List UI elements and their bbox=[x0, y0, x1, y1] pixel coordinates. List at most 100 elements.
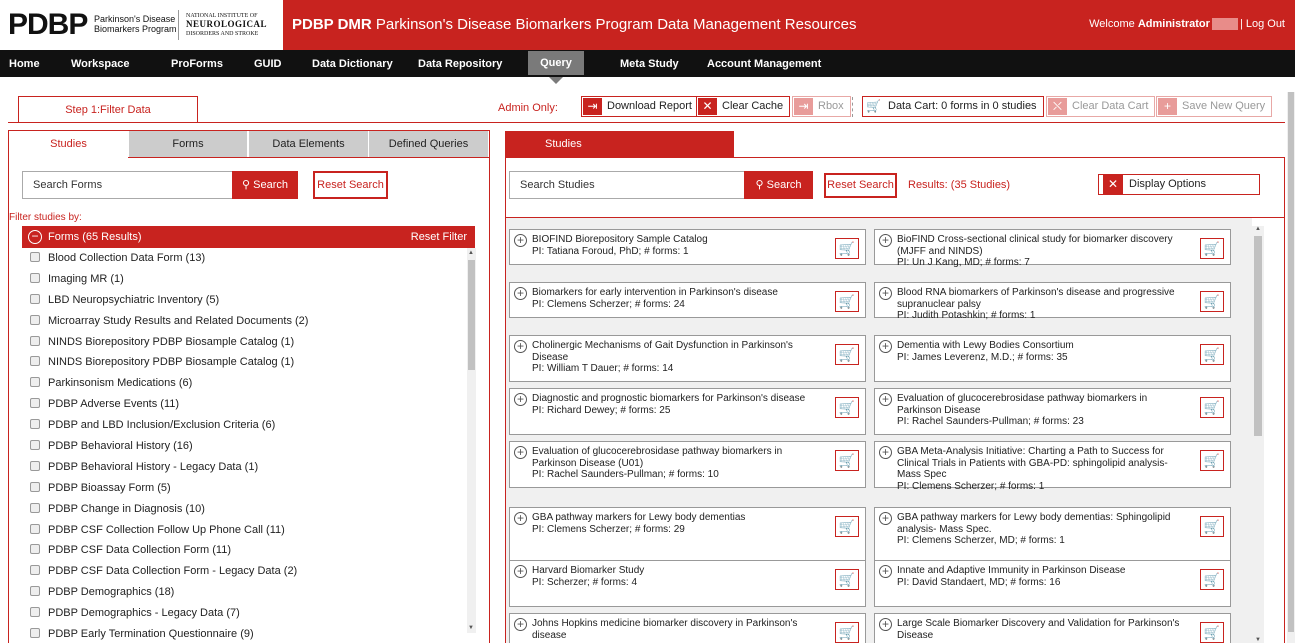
study-title[interactable]: Innate and Adaptive Immunity in Parkinso… bbox=[897, 565, 1194, 577]
nav-data-dictionary[interactable]: Data Dictionary bbox=[312, 58, 393, 70]
checkbox[interactable] bbox=[30, 252, 40, 262]
study-title[interactable]: BIOFIND Biorepository Sample Catalog bbox=[532, 234, 829, 246]
step-1-tab[interactable]: Step 1:Filter Data bbox=[18, 96, 198, 123]
nav-meta-study[interactable]: Meta Study bbox=[620, 58, 679, 70]
tab-data-elements[interactable]: Data Elements bbox=[249, 131, 369, 158]
add-to-cart-icon[interactable]: 🛒 bbox=[835, 569, 859, 590]
add-to-cart-icon[interactable]: 🛒 bbox=[1200, 622, 1224, 643]
form-filter-item[interactable]: PDBP CSF Data Collection Form (11) bbox=[22, 540, 466, 561]
expand-icon[interactable]: + bbox=[879, 565, 892, 578]
scroll-down-icon[interactable]: ▼ bbox=[1255, 637, 1261, 643]
logout-link[interactable]: | Log Out bbox=[1240, 18, 1285, 30]
study-card[interactable]: + Cholinergic Mechanisms of Gait Dysfunct… bbox=[509, 335, 866, 382]
expand-icon[interactable]: + bbox=[514, 234, 527, 247]
form-filter-item[interactable]: NINDS Biorepository PDBP Biosample Catal… bbox=[22, 352, 466, 373]
study-title[interactable]: GBA Meta-Analysis Initiative: Charting a… bbox=[897, 446, 1194, 481]
form-filter-item[interactable]: PDBP Demographics - Legacy Data (7) bbox=[22, 603, 466, 624]
studies-scrollbar[interactable]: ▲ ▼ bbox=[1252, 226, 1264, 643]
expand-icon[interactable]: + bbox=[879, 340, 892, 353]
study-title[interactable]: Cholinergic Mechanisms of Gait Dysfuncti… bbox=[532, 340, 829, 363]
study-card[interactable]: + Evaluation of glucocerebrosidase pathwa… bbox=[874, 388, 1231, 435]
reset-filter-link[interactable]: Reset Filter bbox=[411, 226, 467, 248]
checkbox[interactable] bbox=[30, 272, 40, 283]
form-filter-item[interactable]: NINDS Biorepository PDBP Biosample Catal… bbox=[22, 332, 466, 353]
add-to-cart-icon[interactable]: 🛒 bbox=[835, 291, 859, 312]
checkbox[interactable] bbox=[30, 565, 40, 576]
checkbox[interactable] bbox=[30, 419, 40, 430]
save-new-query-button[interactable]: + Save New Query bbox=[1156, 96, 1273, 117]
checkbox[interactable] bbox=[30, 460, 40, 471]
scroll-up-icon[interactable]: ▲ bbox=[1255, 226, 1261, 232]
forms-scrollbar[interactable]: ▲ ▼ bbox=[467, 248, 476, 633]
study-title[interactable]: Blood RNA biomarkers of Parkinson's dise… bbox=[897, 287, 1194, 310]
search-studies-input[interactable]: Search Studies bbox=[509, 171, 745, 199]
study-card[interactable]: + GBA pathway markers for Lewy body demen… bbox=[509, 507, 866, 565]
expand-icon[interactable]: + bbox=[514, 393, 527, 406]
add-to-cart-icon[interactable]: 🛒 bbox=[1200, 516, 1224, 537]
study-card[interactable]: + Dementia with Lewy Bodies Consortium PI:… bbox=[874, 335, 1231, 382]
add-to-cart-icon[interactable]: 🛒 bbox=[1200, 450, 1224, 471]
checkbox[interactable] bbox=[30, 356, 40, 367]
add-to-cart-icon[interactable]: 🛒 bbox=[1200, 344, 1224, 365]
form-filter-item[interactable]: PDBP Adverse Events (11) bbox=[22, 394, 466, 415]
form-filter-item[interactable]: PDBP CSF Collection Follow Up Phone Call… bbox=[22, 520, 466, 541]
logo[interactable]: PDBP Parkinson's Disease Biomarkers Prog… bbox=[0, 0, 283, 50]
add-to-cart-icon[interactable]: 🛒 bbox=[1200, 291, 1224, 312]
form-filter-item[interactable]: PDBP Change in Diagnosis (10) bbox=[22, 499, 466, 520]
study-card[interactable]: + Biomarkers for early intervention in Pa… bbox=[509, 282, 866, 318]
expand-icon[interactable]: + bbox=[879, 618, 892, 631]
clear-cache-button[interactable]: ✕ Clear Cache bbox=[696, 96, 791, 117]
checkbox[interactable] bbox=[30, 440, 40, 451]
form-filter-item[interactable]: LBD Neuropsychiatric Inventory (5) bbox=[22, 290, 466, 311]
nav-proforms[interactable]: ProForms bbox=[171, 58, 223, 70]
form-filter-item[interactable]: PDBP Early Termination Questionnaire (9) bbox=[22, 624, 466, 643]
study-title[interactable]: BioFIND Cross-sectional clinical study f… bbox=[897, 234, 1194, 257]
display-options-button[interactable]: ✕ Display Options bbox=[1098, 174, 1260, 195]
scroll-down-icon[interactable]: ▼ bbox=[468, 625, 474, 631]
download-report-button[interactable]: ⇥ Download Report bbox=[581, 96, 699, 117]
scroll-thumb[interactable] bbox=[1254, 236, 1262, 436]
add-to-cart-icon[interactable]: 🛒 bbox=[1200, 569, 1224, 590]
scroll-up-icon[interactable]: ▲ bbox=[468, 250, 474, 256]
study-card[interactable]: + GBA pathway markers for Lewy body demen… bbox=[874, 507, 1231, 565]
checkbox[interactable] bbox=[30, 628, 40, 639]
form-filter-item[interactable]: PDBP Demographics (18) bbox=[22, 582, 466, 603]
expand-icon[interactable]: + bbox=[514, 287, 527, 300]
data-cart-button[interactable]: 🛒 Data Cart: 0 forms in 0 studies bbox=[862, 96, 1044, 117]
tab-forms[interactable]: Forms bbox=[129, 131, 248, 158]
expand-icon[interactable]: + bbox=[514, 512, 527, 525]
study-card[interactable]: + Harvard Biomarker Study PI: Scherzer; # … bbox=[509, 560, 866, 607]
expand-icon[interactable]: + bbox=[879, 446, 892, 459]
checkbox[interactable] bbox=[30, 586, 40, 597]
nav-query[interactable]: Query bbox=[528, 51, 584, 75]
add-to-cart-icon[interactable]: 🛒 bbox=[1200, 397, 1224, 418]
checkbox[interactable] bbox=[30, 481, 40, 492]
expand-icon[interactable]: + bbox=[514, 618, 527, 631]
nav-workspace[interactable]: Workspace bbox=[71, 58, 130, 70]
add-to-cart-icon[interactable]: 🛒 bbox=[835, 238, 859, 259]
study-card[interactable]: + Evaluation of glucocerebrosidase pathwa… bbox=[509, 441, 866, 488]
forms-filter-header[interactable]: − Forms (65 Results) Reset Filter bbox=[22, 226, 475, 248]
study-title[interactable]: Evaluation of glucocerebrosidase pathway… bbox=[897, 393, 1194, 416]
checkbox[interactable] bbox=[30, 335, 40, 346]
collapse-icon[interactable]: − bbox=[28, 230, 42, 244]
study-title[interactable]: GBA pathway markers for Lewy body dement… bbox=[532, 512, 829, 524]
study-card[interactable]: + Johns Hopkins medicine biomarker discov… bbox=[509, 613, 866, 643]
expand-icon[interactable]: + bbox=[879, 234, 892, 247]
checkbox[interactable] bbox=[30, 502, 40, 513]
clear-data-cart-button[interactable]: ⛌ Clear Data Cart bbox=[1046, 96, 1156, 117]
nav-account-management[interactable]: Account Management bbox=[707, 58, 821, 70]
study-title[interactable]: GBA pathway markers for Lewy body dement… bbox=[897, 512, 1194, 535]
expand-icon[interactable]: + bbox=[514, 446, 527, 459]
expand-icon[interactable]: + bbox=[879, 393, 892, 406]
page-scrollbar[interactable] bbox=[1287, 92, 1295, 643]
form-filter-item[interactable]: PDBP Behavioral History - Legacy Data (1… bbox=[22, 457, 466, 478]
add-to-cart-icon[interactable]: 🛒 bbox=[835, 516, 859, 537]
search-studies-button[interactable]: ⚲ Search bbox=[744, 171, 813, 199]
study-card[interactable]: + GBA Meta-Analysis Initiative: Charting … bbox=[874, 441, 1231, 492]
rbox-button[interactable]: ⇥ Rbox bbox=[792, 96, 851, 117]
expand-icon[interactable]: + bbox=[879, 512, 892, 525]
study-card[interactable]: + BIOFIND Biorepository Sample Catalog PI:… bbox=[509, 229, 866, 265]
add-to-cart-icon[interactable]: 🛒 bbox=[1200, 238, 1224, 259]
study-card[interactable]: + BioFIND Cross-sectional clinical study … bbox=[874, 229, 1231, 268]
